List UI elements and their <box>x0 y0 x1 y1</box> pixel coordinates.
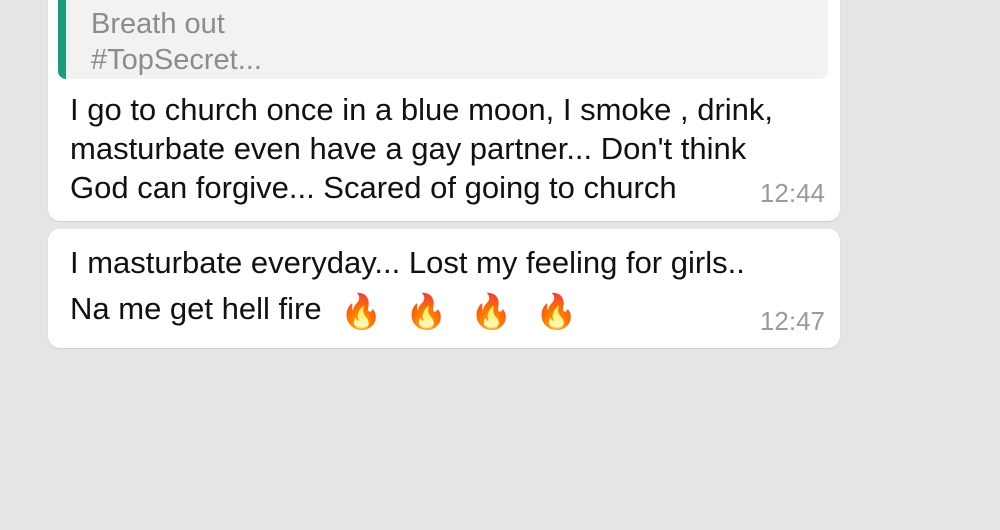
message-bubble[interactable]: Breath out #TopSecret... I go to church … <box>48 0 840 221</box>
emoji-row: 🔥 🔥 🔥 🔥 <box>340 289 591 336</box>
quoted-message[interactable]: Breath out #TopSecret... <box>58 0 828 79</box>
quoted-line: Breath out <box>91 8 225 40</box>
message-timestamp: 12:47 <box>759 306 825 336</box>
message-line: I masturbate everyday... Lost my feeling… <box>70 245 745 280</box>
message-timestamp: 12:44 <box>759 178 825 208</box>
quote-accent-bar <box>58 0 66 79</box>
fire-emoji-icon: 🔥 <box>535 293 578 331</box>
message-line: Na me get hell fire <box>70 291 322 326</box>
fire-emoji-icon: 🔥 <box>470 293 513 331</box>
fire-emoji-icon: 🔥 <box>405 293 448 331</box>
message-bubble[interactable]: I masturbate everyday... Lost my feeling… <box>48 229 840 348</box>
quoted-line: #TopSecret... <box>91 44 262 76</box>
message-line-with-emoji: Na me get hell fire 🔥 🔥 🔥 🔥 <box>70 286 745 336</box>
quoted-text: Breath out #TopSecret... <box>91 6 262 78</box>
chat-area: Breath out #TopSecret... I go to church … <box>0 0 1000 530</box>
message-text: I go to church once in a blue moon, I sm… <box>70 90 773 207</box>
fire-emoji-icon: 🔥 <box>340 293 383 331</box>
message-line: God can forgive... Scared of going to ch… <box>70 170 677 205</box>
message-line: I go to church once in a blue moon, I sm… <box>70 92 774 127</box>
message-line: masturbate even have a gay partner... Do… <box>70 131 747 166</box>
message-text: I masturbate everyday... Lost my feeling… <box>70 240 745 336</box>
